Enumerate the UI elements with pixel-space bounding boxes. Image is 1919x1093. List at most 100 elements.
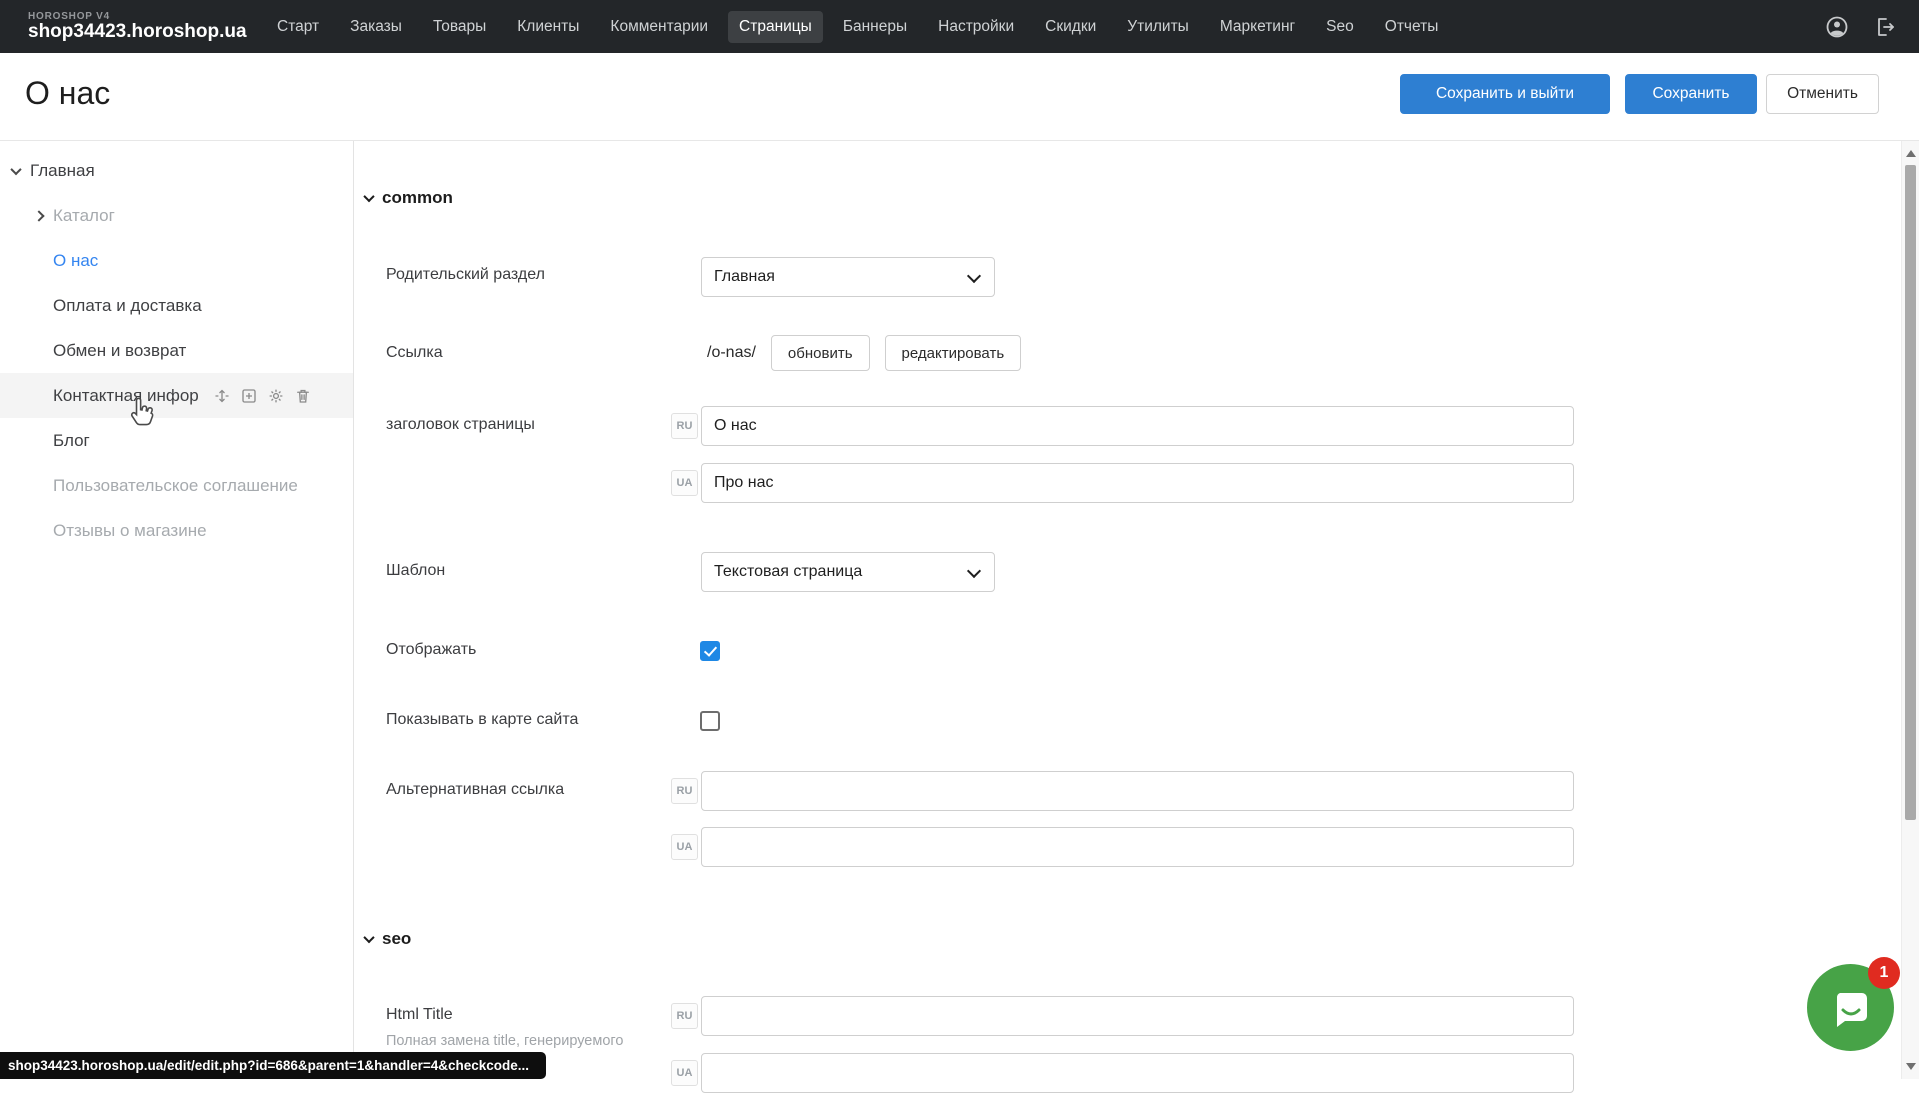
page-heading-ua-input[interactable] bbox=[701, 463, 1574, 503]
nav-item-страницы[interactable]: Страницы bbox=[728, 11, 823, 43]
template-value: Текстовая страница bbox=[714, 563, 862, 581]
chat-unread-badge: 1 bbox=[1868, 957, 1900, 989]
tree-item[interactable]: О нас bbox=[0, 238, 353, 283]
display-label: Отображать bbox=[386, 641, 476, 659]
scrollbar-thumb[interactable] bbox=[1905, 165, 1916, 820]
nav-item-комментарии[interactable]: Комментарии bbox=[599, 11, 719, 43]
tree-item-label: Блог bbox=[53, 431, 90, 451]
nav-menu: Старт Заказы Товары Клиенты Комментарии Стран… bbox=[266, 11, 1449, 43]
tree-item-label: Отзывы о магазине bbox=[53, 521, 207, 541]
chevron-down-icon bbox=[363, 932, 374, 943]
nav-item-старт[interactable]: Старт bbox=[266, 11, 330, 43]
sitemap-label: Показывать в карте сайта bbox=[386, 711, 578, 729]
alt-link-label: Альтернативная ссылка bbox=[386, 781, 564, 799]
tree-item[interactable]: Каталог bbox=[0, 193, 353, 238]
lang-ru-badge: RU bbox=[671, 778, 698, 804]
save-button[interactable]: Сохранить bbox=[1625, 74, 1757, 114]
section-common-label: common bbox=[382, 188, 453, 208]
section-seo[interactable]: seo bbox=[365, 929, 411, 949]
page-heading-label: заголовок страницы bbox=[386, 416, 535, 434]
sidebar: Главная Каталог О нас Оплата и доставка Обме… bbox=[0, 141, 353, 1079]
scroll-down-arrow-icon[interactable] bbox=[1906, 1063, 1916, 1070]
parent-section-label: Родительский раздел bbox=[386, 266, 545, 284]
tree-item-label: О нас bbox=[53, 251, 98, 271]
tree-item[interactable]: Контактная инфор bbox=[0, 373, 353, 418]
tree-item[interactable]: Главная bbox=[0, 148, 353, 193]
tree-item[interactable]: Оплата и доставка bbox=[0, 283, 353, 328]
link-update-button[interactable]: обновить bbox=[771, 335, 870, 371]
parent-section-select[interactable]: Главная bbox=[701, 257, 995, 297]
tree-item-actions bbox=[213, 387, 312, 405]
cancel-button[interactable]: Отменить bbox=[1766, 74, 1879, 114]
nav-item-seo[interactable]: Seo bbox=[1315, 11, 1365, 43]
tree-item[interactable]: Отзывы о магазине bbox=[0, 508, 353, 553]
scroll-up-arrow-icon[interactable] bbox=[1906, 150, 1916, 157]
page-header: О нас Сохранить и выйти Сохранить Отмени… bbox=[0, 53, 1919, 141]
chevron-down-icon[interactable] bbox=[10, 163, 21, 174]
logout-icon[interactable] bbox=[1873, 15, 1897, 39]
tree-item-label: Пользовательское соглашение bbox=[53, 476, 298, 496]
tree-item-label: Обмен и возврат bbox=[53, 341, 186, 361]
sitemap-checkbox[interactable] bbox=[700, 711, 720, 731]
template-select[interactable]: Текстовая страница bbox=[701, 552, 995, 592]
tree-item[interactable]: Блог bbox=[0, 418, 353, 463]
nav-item-утилиты[interactable]: Утилиты bbox=[1116, 11, 1200, 43]
page-heading-ru-input[interactable] bbox=[701, 406, 1574, 446]
tree-item-label: Оплата и доставка bbox=[53, 296, 202, 316]
nav-item-баннеры[interactable]: Баннеры bbox=[832, 11, 918, 43]
chat-bubble-icon bbox=[1828, 985, 1874, 1031]
status-url-bar: shop34423.horoshop.ua/edit/edit.php?id=6… bbox=[0, 1052, 546, 1079]
lang-ua-badge: UA bbox=[671, 834, 698, 860]
logo-version: HOROSHOP V4 bbox=[28, 11, 266, 22]
chevron-right-icon[interactable] bbox=[33, 210, 44, 221]
html-title-hint: Полная замена title, генерируемого bbox=[386, 1033, 623, 1049]
vertical-scrollbar[interactable] bbox=[1901, 141, 1919, 1079]
link-path: /o-nas/ bbox=[707, 344, 756, 362]
user-avatar-icon[interactable] bbox=[1825, 15, 1849, 39]
nav-item-скидки[interactable]: Скидки bbox=[1034, 11, 1107, 43]
lang-ua-badge: UA bbox=[671, 1060, 698, 1086]
save-and-exit-button[interactable]: Сохранить и выйти bbox=[1400, 74, 1610, 114]
page-heading-ua-row: UA bbox=[671, 463, 1574, 503]
nav-item-маркетинг[interactable]: Маркетинг bbox=[1209, 11, 1306, 43]
lang-ua-badge: UA bbox=[671, 470, 698, 496]
tree-item[interactable]: Пользовательское соглашение bbox=[0, 463, 353, 508]
html-title-ru-row: RU bbox=[671, 996, 1574, 1036]
alt-link-ru-input[interactable] bbox=[701, 771, 1574, 811]
move-icon[interactable] bbox=[213, 387, 231, 405]
alt-link-ua-row: UA bbox=[671, 827, 1574, 867]
trash-icon[interactable] bbox=[294, 387, 312, 405]
tree-item[interactable]: Обмен и возврат bbox=[0, 328, 353, 373]
lang-ru-badge: RU bbox=[671, 413, 698, 439]
page-title: О нас bbox=[25, 75, 110, 112]
link-row: /o-nas/ обновить редактировать bbox=[707, 334, 1021, 372]
gear-icon[interactable] bbox=[267, 387, 285, 405]
html-title-ua-input[interactable] bbox=[701, 1053, 1574, 1093]
nav-item-клиенты[interactable]: Клиенты bbox=[506, 11, 590, 43]
logo[interactable]: HOROSHOP V4 shop34423.horoshop.ua bbox=[28, 11, 266, 43]
parent-section-value: Главная bbox=[714, 268, 775, 286]
display-checkbox[interactable] bbox=[700, 641, 720, 661]
tree-item-label: Контактная инфор bbox=[53, 386, 199, 406]
link-label: Ссылка bbox=[386, 344, 443, 362]
section-seo-label: seo bbox=[382, 929, 411, 949]
tree-item-label: Каталог bbox=[53, 206, 115, 226]
nav-item-настройки[interactable]: Настройки bbox=[927, 11, 1025, 43]
section-common[interactable]: common bbox=[365, 188, 453, 208]
html-title-ua-row: UA bbox=[671, 1053, 1574, 1093]
alt-link-ua-input[interactable] bbox=[701, 827, 1574, 867]
nav-item-отчеты[interactable]: Отчеты bbox=[1374, 11, 1450, 43]
lang-ru-badge: RU bbox=[671, 1003, 698, 1029]
top-navbar: HOROSHOP V4 shop34423.horoshop.ua Старт З… bbox=[0, 0, 1919, 53]
tree-item-label: Главная bbox=[30, 161, 95, 181]
page-heading-ru-row: RU bbox=[671, 406, 1574, 446]
html-title-ru-input[interactable] bbox=[701, 996, 1574, 1036]
chat-widget-button[interactable]: 1 bbox=[1807, 964, 1894, 1051]
add-icon[interactable] bbox=[240, 387, 258, 405]
alt-link-ru-row: RU bbox=[671, 771, 1574, 811]
nav-item-заказы[interactable]: Заказы bbox=[339, 11, 413, 43]
link-edit-button[interactable]: редактировать bbox=[885, 335, 1022, 371]
chevron-down-icon bbox=[363, 191, 374, 202]
nav-item-товары[interactable]: Товары bbox=[422, 11, 497, 43]
logo-domain: shop34423.horoshop.ua bbox=[28, 22, 266, 43]
